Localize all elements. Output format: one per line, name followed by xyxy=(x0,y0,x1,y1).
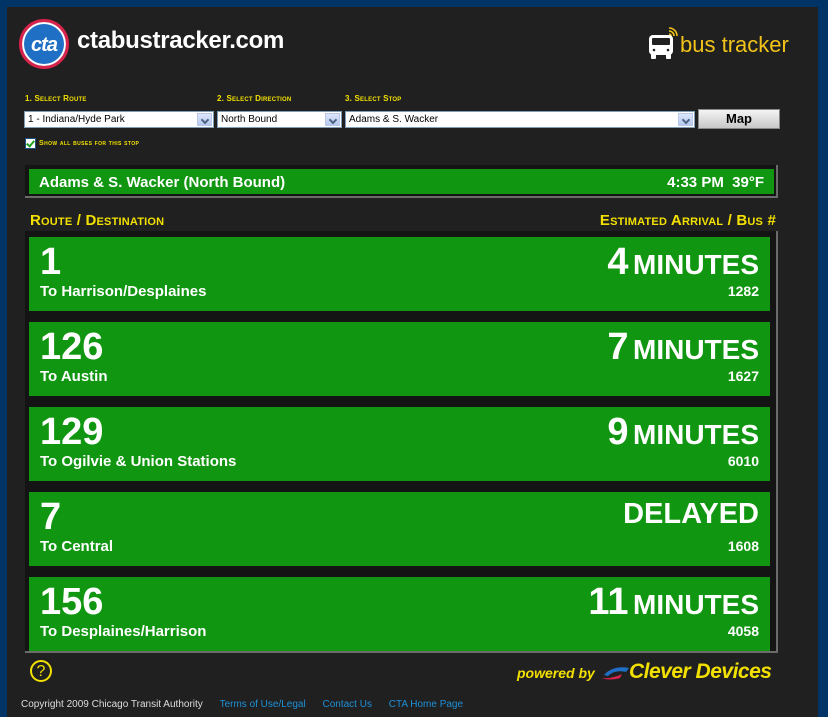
chevron-down-icon[interactable] xyxy=(678,113,693,126)
chevron-down-icon[interactable] xyxy=(325,113,340,126)
route-destination-header: Route / Destination xyxy=(30,212,165,229)
eta-number: 9 xyxy=(607,411,629,453)
show-all-buses-label[interactable]: Show all buses for this stop xyxy=(39,140,139,147)
stop-label-text: Select Stop xyxy=(354,94,402,103)
bus-number: 1608 xyxy=(727,538,759,554)
eta-number: 4 xyxy=(607,241,629,283)
direction-label-text: Select Direction xyxy=(226,94,292,103)
eta-number: 11 xyxy=(588,581,629,623)
route-select-label: 1. Select Route xyxy=(25,94,87,103)
route-number: 1 xyxy=(40,241,62,283)
bus-icon xyxy=(649,27,678,59)
route-select-value: 1 - Indiana/Hyde Park xyxy=(28,114,125,125)
bus-tracker-label: bus tracker xyxy=(680,32,789,57)
arrival-row: 156 To Desplaines/Harrison 11 MINUTES 40… xyxy=(29,577,770,651)
route-number: 126 xyxy=(40,326,104,368)
arrival-row: 129 To Ogilvie & Union Stations 9 MINUTE… xyxy=(29,407,770,481)
direction-select-value: North Bound xyxy=(221,114,278,125)
stop-label-num: 3. xyxy=(345,94,353,103)
arrival-row: 1 To Harrison/Desplaines 4 MINUTES 1282 xyxy=(29,237,770,311)
destination: To Desplaines/Harrison xyxy=(40,623,207,640)
clever-devices-logo-icon xyxy=(601,667,629,680)
route-label-num: 1. xyxy=(25,94,33,103)
stop-select-value: Adams & S. Wacker xyxy=(349,114,439,125)
eta-unit: MINUTES xyxy=(633,249,759,280)
estimated-arrival-header: Estimated Arrival / Bus # xyxy=(599,212,776,229)
route-number: 156 xyxy=(40,581,104,623)
powered-by-label: powered by xyxy=(517,665,595,681)
chevron-down-icon[interactable] xyxy=(197,113,212,126)
time-weather: 4:33 PM 39°F xyxy=(667,174,764,191)
eta-unit: MINUTES xyxy=(633,334,759,365)
route-select[interactable]: 1 - Indiana/Hyde Park xyxy=(24,111,214,128)
direction-select-label: 2. Select Direction xyxy=(217,94,291,103)
cta-logo-text: cta xyxy=(31,34,58,56)
stop-info-frame: Adams & S. Wacker (North Bound) 4:33 PM … xyxy=(25,165,778,198)
destination: To Harrison/Desplaines xyxy=(40,283,207,300)
bus-number: 1627 xyxy=(727,368,759,384)
route-number: 7 xyxy=(40,496,62,538)
stop-select-label: 3. Select Stop xyxy=(345,94,402,103)
stop-name: Adams & S. Wacker (North Bound) xyxy=(39,174,286,191)
eta-status: DELAYED xyxy=(623,498,759,530)
direction-label-num: 2. xyxy=(217,94,225,103)
show-all-buses-checkbox[interactable] xyxy=(25,138,36,149)
arrival-row: 7 To Central DELAYED 1608 xyxy=(29,492,770,566)
eta-unit: MINUTES xyxy=(633,419,759,450)
bus-number: 6010 xyxy=(727,453,759,469)
bus-number: 4058 xyxy=(727,623,759,639)
destination: To Austin xyxy=(40,368,108,385)
eta-number: 7 xyxy=(607,326,629,368)
map-button[interactable]: Map xyxy=(698,109,780,129)
destination: To Central xyxy=(40,538,114,555)
arrivals-list: 1 To Harrison/Desplaines 4 MINUTES 1282 … xyxy=(25,231,778,653)
cta-logo[interactable]: cta xyxy=(19,19,69,69)
route-label-text: Select Route xyxy=(34,94,87,103)
direction-select[interactable]: North Bound xyxy=(217,111,342,128)
route-number: 129 xyxy=(40,411,104,453)
clever-devices-brand[interactable]: Clever Devices xyxy=(629,660,772,684)
eta-unit: MINUTES xyxy=(633,589,759,620)
page-panel: cta ctabustracker.com bus tracker 1. Sel… xyxy=(7,7,818,717)
stop-select[interactable]: Adams & S. Wacker xyxy=(345,111,695,128)
site-title[interactable]: ctabustracker.com xyxy=(77,27,284,55)
stop-info-bar: Adams & S. Wacker (North Bound) 4:33 PM … xyxy=(29,169,774,194)
destination: To Ogilvie & Union Stations xyxy=(40,453,237,470)
help-icon[interactable]: ? xyxy=(30,660,52,682)
arrival-row: 126 To Austin 7 MINUTES 1627 xyxy=(29,322,770,396)
bus-number: 1282 xyxy=(727,283,759,299)
